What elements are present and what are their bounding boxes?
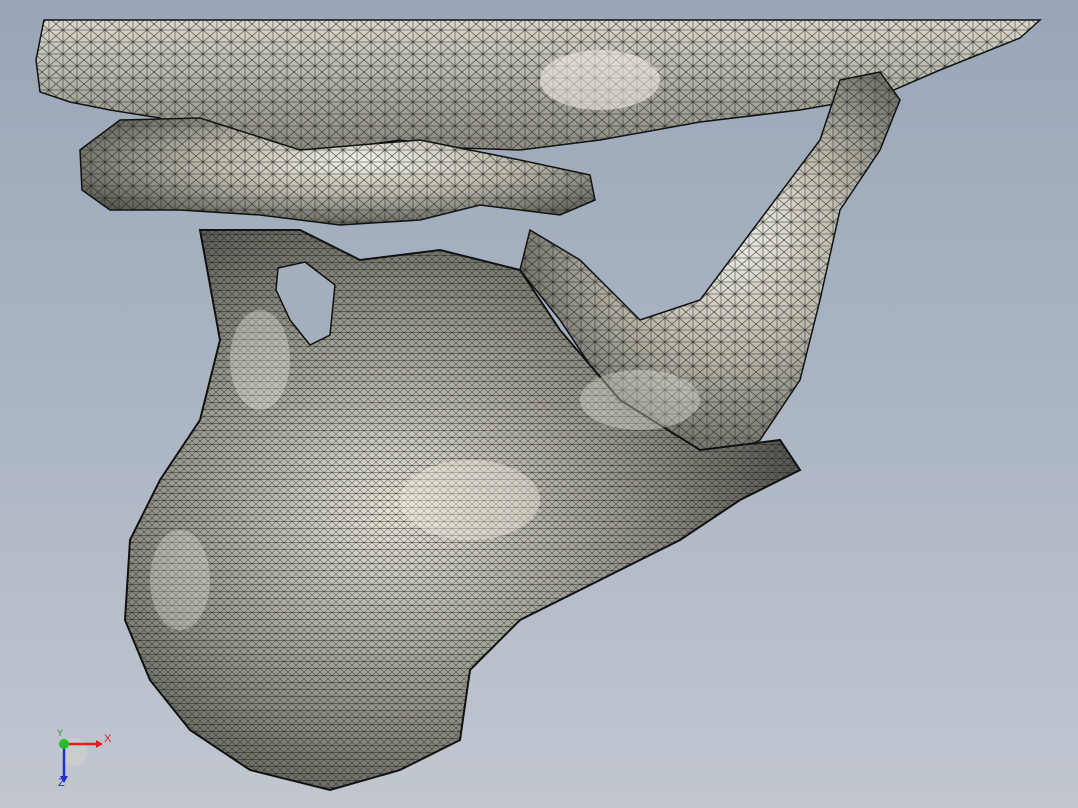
z-axis-label: Z	[58, 777, 65, 789]
graphics-viewport[interactable]: X Y Z	[0, 0, 1078, 808]
y-axis-label: Y	[57, 728, 64, 738]
coordinate-triad: X Y Z	[40, 728, 120, 792]
x-axis-label: X	[104, 733, 112, 745]
mesh-model[interactable]	[0, 0, 1078, 808]
